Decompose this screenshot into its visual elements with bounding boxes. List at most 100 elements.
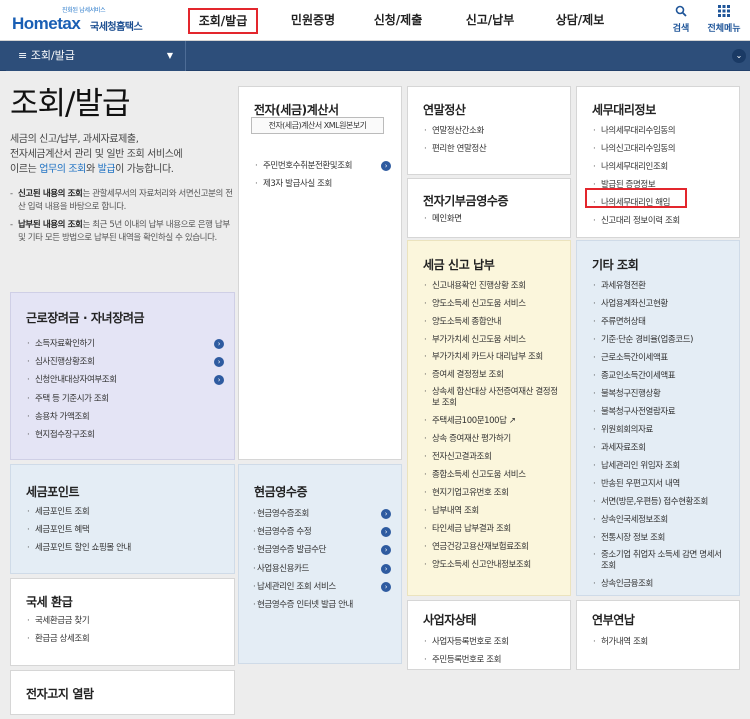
list-item[interactable]: 서면(방문,우편등) 접수현황조회 — [593, 493, 729, 511]
all-menu-button[interactable]: 전체메뉴 — [702, 5, 746, 34]
list-item[interactable]: 위원회회의자료 — [593, 421, 729, 439]
list-item-label: 제3자 발급사실 조회 — [263, 179, 332, 189]
list-item[interactable]: 납세관리인 조회 서비스 › — [253, 578, 391, 596]
arrow-right-icon[interactable]: › — [214, 375, 224, 386]
list-item[interactable]: 신고대리 정보이력 조회 — [593, 212, 729, 230]
list-item[interactable]: 나의세무대리인조회 — [593, 158, 729, 176]
list-item[interactable]: 과세유형전환 — [593, 277, 729, 295]
list-item[interactable]: 부가가치세 카드사 대리납부 조회 — [424, 349, 560, 366]
list-item[interactable]: 현금영수증 수정 › — [253, 523, 391, 542]
installment-payment-box: 연부연납 허가내역 조회 — [576, 600, 740, 670]
yearend-box: 연말정산 연말정산간소화 편리한 연말정산 — [407, 86, 571, 175]
xml-original-view-button[interactable]: 전자(세금)계산서 XML원본보기 — [251, 117, 384, 134]
list-item[interactable]: 상속인금융조회 — [593, 575, 729, 593]
list-item-label: 주민번호수취분전환및조회 — [263, 161, 353, 171]
list-item[interactable]: 불복청구사전열람자료 — [593, 403, 729, 421]
list-item[interactable]: 주민등록번호로 조회 — [424, 651, 560, 669]
list-item[interactable]: 현지접수장구조회 — [27, 426, 224, 444]
external-link-icon: ↗ — [506, 416, 516, 426]
earned-income-incentive-box: 근로장려금 · 자녀장려금 소득자료확인하기 › 심사진행상황조회 › 신청안내대상… — [10, 292, 235, 460]
list-item[interactable]: 국세환급금 찾기 — [27, 612, 224, 630]
arrow-right-icon[interactable]: › — [214, 339, 224, 349]
nav-report-pay[interactable]: 신고/납부 — [460, 0, 520, 41]
list-item[interactable]: 송용차 가액조회 — [27, 408, 224, 426]
list-item[interactable]: 사업자등록번호로 조회 — [424, 633, 560, 651]
arrow-right-icon[interactable]: › — [381, 581, 391, 592]
business-status-box: 사업자상태 사업자등록번호로 조회 주민등록번호로 조회 — [407, 600, 571, 670]
list-item[interactable]: 편리한 연말정산 — [424, 140, 560, 158]
list-item[interactable]: 현금영수증 인터넷 발급 안내 — [253, 596, 391, 614]
logo-brand: Hometax — [12, 14, 81, 33]
arrow-right-icon[interactable]: › — [381, 563, 391, 574]
list-item[interactable]: 부가가치세 신고도움 서비스 — [424, 331, 560, 349]
list-item[interactable]: 세금포인트 할인 쇼핑몰 안내 — [27, 539, 224, 557]
list-item[interactable]: 납부내역 조회 — [424, 502, 560, 520]
list-item[interactable]: 메인화면 — [424, 210, 560, 228]
box-title: 전자고지 열람 — [26, 687, 94, 701]
hometax-logo[interactable]: 진화된 납세서비스 Hometax 국세청홈택스 — [8, 5, 158, 35]
list-item[interactable]: 연금건강고용산재보험료조회 — [424, 538, 560, 556]
list-item[interactable]: 양도소득세 신고안내정보조회 — [424, 556, 560, 574]
list-item[interactable]: 나의신고대리수임동의 — [593, 140, 729, 158]
nav-consult-report[interactable]: 상담/제보 — [550, 0, 610, 41]
list-item[interactable]: 신청안내대상자여부조회 › — [27, 371, 224, 390]
list-item[interactable]: 전자신고결과조회 — [424, 448, 560, 466]
list-item[interactable]: 종합소득세 신고도움 서비스 — [424, 466, 560, 484]
list-item[interactable]: 주택 등 기준시가 조회 — [27, 390, 224, 408]
list-item[interactable]: 전통시장 정보 조회 — [593, 529, 729, 547]
list-item[interactable]: 근로소득간이세액표 — [593, 349, 729, 367]
chevron-down-icon[interactable]: ⌄ — [732, 49, 746, 63]
nav-apply-submit[interactable]: 신청/제출 — [368, 0, 428, 41]
intro-note: 신고된 내용의 조회는 관할세무서의 자료처리와 서면신고분의 전산 입력 내용… — [10, 188, 235, 214]
nav-inquiry-issue[interactable]: 조회/발급 — [188, 8, 258, 34]
list-item[interactable]: 증여세 결정정보 조회 — [424, 366, 560, 384]
breadcrumb-label: 조회/발급 — [30, 49, 75, 62]
nav-civil-certificate[interactable]: 민원증명 — [283, 0, 343, 41]
list-item[interactable]: 주류면허상태 — [593, 313, 729, 331]
list-item[interactable]: 상속세 합산대상 사전증여재산 결정정보 조회 — [424, 384, 560, 412]
list-item[interactable]: 세금포인트 혜택 — [27, 521, 224, 539]
list-item[interactable]: 반송된 우편고지서 내역 — [593, 475, 729, 493]
arrow-right-icon[interactable]: › — [381, 509, 391, 519]
list-item[interactable]: 주민번호수취분전환및조회 › — [255, 157, 391, 175]
list-item[interactable]: 종교인소득간이세액표 — [593, 367, 729, 385]
arrow-right-icon[interactable]: › — [381, 527, 391, 538]
list-item[interactable]: 중소기업 취업자 소득세 감면 명세서 조회 — [593, 547, 729, 575]
list-item[interactable]: 양도소득세 신고도움 서비스 — [424, 295, 560, 313]
list-item[interactable]: 납세관리인 위임자 조회 — [593, 457, 729, 475]
list-item[interactable]: 상속인국세정보조회 — [593, 511, 729, 529]
list-item[interactable]: 신고내용확인 진행상황 조회 — [424, 277, 560, 295]
page-title: 조회/발급 — [10, 86, 131, 122]
list-item[interactable]: 소득자료확인하기 › — [27, 335, 224, 353]
list-item[interactable]: 세금포인트 조회 — [27, 503, 224, 521]
list-item[interactable]: 제3자 발급사실 조회 — [255, 175, 391, 193]
breadcrumb-menu[interactable]: ≡ 조회/발급 ▼ — [6, 41, 186, 71]
arrow-right-icon[interactable]: › — [381, 545, 391, 556]
list-item[interactable]: 심사진행상황조회 › — [27, 353, 224, 372]
list-item-label: 신청안내대상자여부조회 — [35, 375, 117, 386]
arrow-right-icon[interactable]: › — [381, 161, 391, 171]
intro-desc-line: 이르는 업무의 조회와 발급이 가능합니다. — [10, 162, 235, 177]
list-item[interactable]: 현지기업고유번호 조회 — [424, 484, 560, 502]
list-item[interactable]: 사업용신용카드 › — [253, 560, 391, 578]
arrow-right-icon[interactable]: › — [214, 357, 224, 368]
electronic-notice-box[interactable]: 전자고지 열람 — [10, 670, 235, 715]
list-item[interactable]: 상속 증여재산 평가하기 — [424, 430, 560, 448]
list-item[interactable]: 주택세금100문100답 ↗ — [424, 412, 560, 430]
caret-down-icon: ▼ — [166, 51, 173, 60]
list-item[interactable]: 연말정산간소화 — [424, 122, 560, 140]
search-button[interactable]: 검색 — [668, 5, 694, 34]
list-item[interactable]: 나의세무대리수임동의 — [593, 122, 729, 140]
list-item[interactable]: 불복청구진행상황 — [593, 385, 729, 403]
list-item[interactable]: 사업용계좌신고현황 — [593, 295, 729, 313]
list-item[interactable]: 기준·단순 경비율(업종코드) — [593, 331, 729, 349]
list-item[interactable]: 과세자료조회 — [593, 439, 729, 457]
box-title: 현금영수증 — [254, 485, 308, 499]
list-item[interactable]: 양도소득세 종합안내 — [424, 313, 560, 331]
list-item[interactable]: 환급금 상세조회 — [27, 630, 224, 648]
list-item[interactable]: 허가내역 조회 — [593, 633, 729, 651]
list-item[interactable]: 현금영수증조회 › — [253, 505, 391, 523]
list-item[interactable]: 타인세금 납부결과 조회 — [424, 520, 560, 538]
list-item[interactable]: 현금영수증 발급수단 › — [253, 541, 391, 560]
list-item-label: 소득자료확인하기 — [35, 339, 95, 349]
